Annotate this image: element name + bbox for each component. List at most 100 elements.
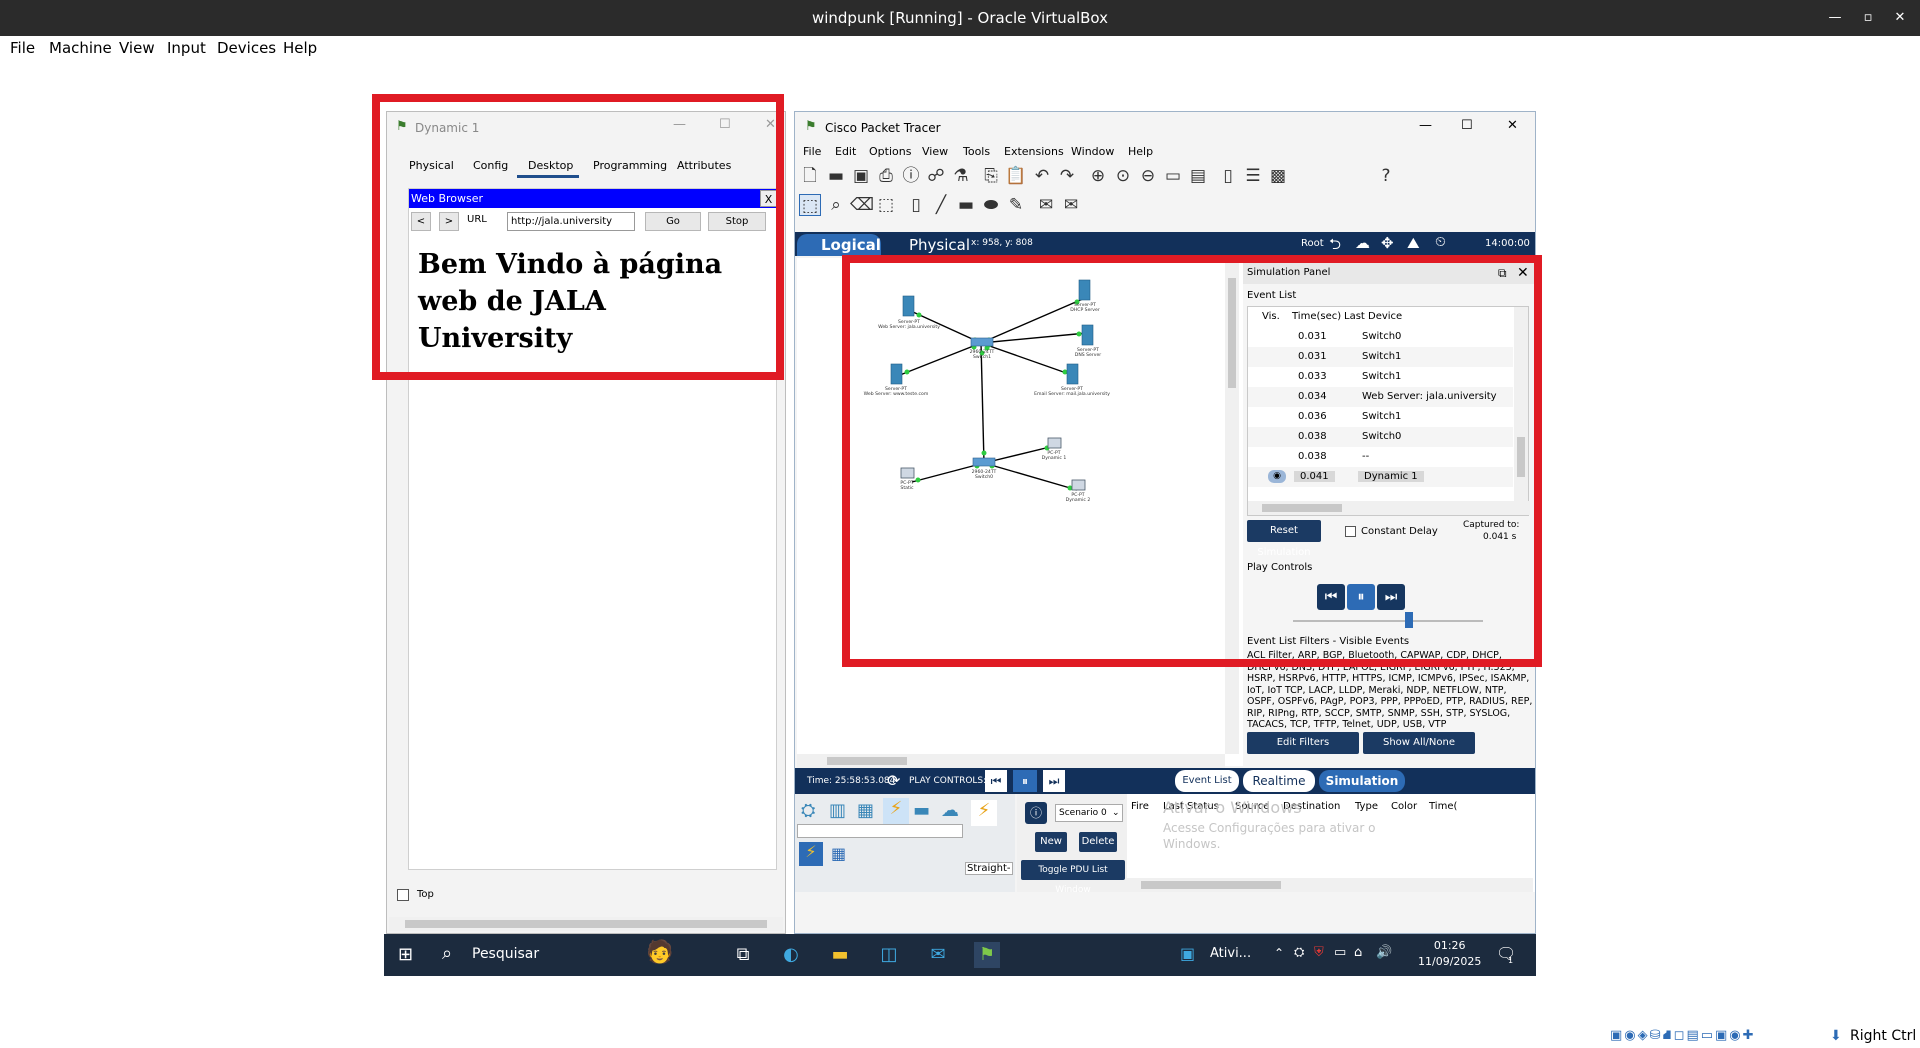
viewport-icon[interactable]: ⛰ <box>1407 234 1420 252</box>
info-icon[interactable]: ⓘ <box>900 165 922 187</box>
column-header-fire[interactable]: Fire <box>1131 801 1149 812</box>
complex-pdu-icon[interactable]: ✉ <box>1060 194 1082 216</box>
maximize-button[interactable]: ▫ <box>1858 8 1878 28</box>
notes-icon[interactable]: ▯ <box>1217 165 1239 187</box>
move-icon[interactable]: ✥ <box>1381 234 1394 252</box>
cable-type-icon[interactable]: ⚡ <box>971 800 997 826</box>
step-forward-icon[interactable]: ⏭ <box>1043 770 1065 792</box>
delete-scenario-button[interactable]: Delete <box>1079 832 1117 852</box>
line-icon[interactable]: ╱ <box>930 194 952 216</box>
top-checkbox[interactable] <box>397 889 409 901</box>
multiuser-icon[interactable]: ☁ <box>941 800 959 821</box>
maximize-button[interactable]: ☐ <box>1461 118 1473 133</box>
tray-app-icon[interactable]: ⛭ <box>1294 945 1304 960</box>
screenshot-icon[interactable]: ▩ <box>1267 165 1289 187</box>
volume-icon[interactable]: 🔊 <box>1376 945 1392 960</box>
select-tool-icon[interactable]: ⬚ <box>799 194 821 216</box>
menu-help[interactable]: Help <box>1128 145 1153 158</box>
ellipse-icon[interactable]: ⬬ <box>980 194 1002 216</box>
close-button[interactable]: ✕ <box>1890 8 1910 28</box>
simple-pdu-icon[interactable]: ✉ <box>1035 194 1057 216</box>
chevron-up-icon[interactable]: ⌃ <box>1274 946 1284 960</box>
notification-icon[interactable]: 🗨 <box>1496 944 1516 963</box>
menu-input[interactable]: Input <box>167 39 206 57</box>
edit-filters-button[interactable]: Edit Filters <box>1247 732 1359 754</box>
security-icon[interactable]: ⛨ <box>1314 945 1324 960</box>
menu-devices[interactable]: Devices <box>217 39 276 57</box>
window-icon[interactable]: ▭ <box>1162 165 1184 187</box>
power-cycle-icon[interactable]: ⟳ <box>887 771 900 790</box>
network-devices-icon[interactable]: ⛭ <box>801 800 815 821</box>
zoom-out-icon[interactable]: ⊖ <box>1137 165 1159 187</box>
undo-icon[interactable]: ↶ <box>1031 165 1053 187</box>
horizontal-scrollbar[interactable] <box>1127 878 1533 892</box>
store-icon[interactable]: ◫ <box>876 942 902 968</box>
new-file-icon[interactable]: 🗋 <box>799 165 821 187</box>
auto-cable-icon[interactable]: ⚡ <box>799 842 823 866</box>
palette-icon[interactable]: ▤ <box>1187 165 1209 187</box>
network-info-icon[interactable]: ⚗ <box>950 165 972 187</box>
menu-options[interactable]: Options <box>869 145 911 158</box>
menu-view[interactable]: View <box>119 39 155 57</box>
file-explorer-icon[interactable]: ▬ <box>827 942 853 968</box>
components-icon[interactable]: ▦ <box>857 800 874 821</box>
simulation-button[interactable]: Simulation <box>1319 770 1405 792</box>
info-icon[interactable]: ⓘ <box>1025 802 1047 824</box>
mail-icon[interactable]: ✉ <box>925 942 951 968</box>
network-icon[interactable]: ⌂ <box>1354 945 1362 960</box>
minimize-button[interactable]: — <box>1419 118 1432 133</box>
delete-icon[interactable]: ⌫ <box>850 194 874 216</box>
realtime-button[interactable]: Realtime <box>1243 770 1315 792</box>
widget-label[interactable]: Ativi... <box>1210 946 1251 961</box>
menu-edit[interactable]: Edit <box>835 145 856 158</box>
packet-tracer-taskbar-icon[interactable]: ⚑ <box>974 942 1000 968</box>
edge-icon[interactable]: ◐ <box>778 942 804 968</box>
task-view-icon[interactable]: ⧉ <box>730 942 756 968</box>
column-header-time[interactable]: Time( <box>1429 801 1457 812</box>
start-icon[interactable]: ⊞ <box>398 944 413 965</box>
column-header-type[interactable]: Type <box>1355 801 1378 812</box>
system-clock[interactable]: 01:26 11/09/2025 <box>1418 938 1481 970</box>
connections-icon[interactable]: ⚡ <box>883 798 909 824</box>
widget-icon[interactable]: ▣ <box>1180 944 1195 963</box>
print-icon[interactable]: ⎙ <box>875 165 897 187</box>
paste-icon[interactable]: 📋 <box>1005 165 1027 187</box>
menu-window[interactable]: Window <box>1071 145 1114 158</box>
search-label[interactable]: Pesquisar <box>472 946 539 962</box>
tab-physical[interactable]: Physical <box>885 234 975 256</box>
open-folder-icon[interactable]: ▬ <box>825 165 847 187</box>
redo-icon[interactable]: ↷ <box>1056 165 1078 187</box>
menu-file[interactable]: File <box>803 145 821 158</box>
scenario-select[interactable]: Scenario 0 ⌄ <box>1055 804 1123 822</box>
step-back-icon[interactable]: ⏮ <box>985 770 1007 792</box>
new-scenario-button[interactable]: New <box>1035 832 1067 852</box>
freeform-icon[interactable]: ✎ <box>1005 194 1027 216</box>
timer-icon[interactable]: ⏲ <box>1435 234 1446 250</box>
status-icons[interactable]: ▣◉◈⛁⛘◻▤▭▣◉✚ <box>1610 1028 1756 1045</box>
end-devices-icon[interactable]: ▥ <box>829 800 846 821</box>
event-list-button[interactable]: Event List <box>1175 770 1239 792</box>
device-search-field[interactable] <box>797 824 963 838</box>
menu-help[interactable]: Help <box>283 39 317 57</box>
zoom-reset-icon[interactable]: ⊙ <box>1112 165 1134 187</box>
toggle-pdu-list-button[interactable]: Toggle PDU List Window <box>1021 860 1125 895</box>
show-all-none-button[interactable]: Show All/None <box>1363 732 1475 754</box>
note-icon[interactable]: ▯ <box>905 194 927 216</box>
copy-icon[interactable]: ⎘ <box>980 165 1002 187</box>
grid-icon[interactable]: ▦ <box>831 844 846 863</box>
help-icon[interactable]: ? <box>1375 165 1397 187</box>
search-highlight-icon[interactable]: 🧑 <box>646 940 673 965</box>
inspect-icon[interactable]: ⌕ <box>825 194 847 216</box>
zoom-in-icon[interactable]: ⊕ <box>1087 165 1109 187</box>
menu-file[interactable]: File <box>10 39 35 57</box>
menu-machine[interactable]: Machine <box>49 39 112 57</box>
save-icon[interactable]: ▣ <box>850 165 872 187</box>
rectangle-icon[interactable]: ▬ <box>955 194 977 216</box>
battery-icon[interactable]: ▭ <box>1334 945 1346 960</box>
device-list-icon[interactable]: ☰ <box>1242 165 1264 187</box>
horizontal-scrollbar[interactable] <box>389 917 783 931</box>
menu-extensions[interactable]: Extensions <box>1004 145 1064 158</box>
wizard-icon[interactable]: ☍ <box>925 165 947 187</box>
menu-tools[interactable]: Tools <box>963 145 990 158</box>
close-button[interactable]: ✕ <box>1507 118 1518 133</box>
